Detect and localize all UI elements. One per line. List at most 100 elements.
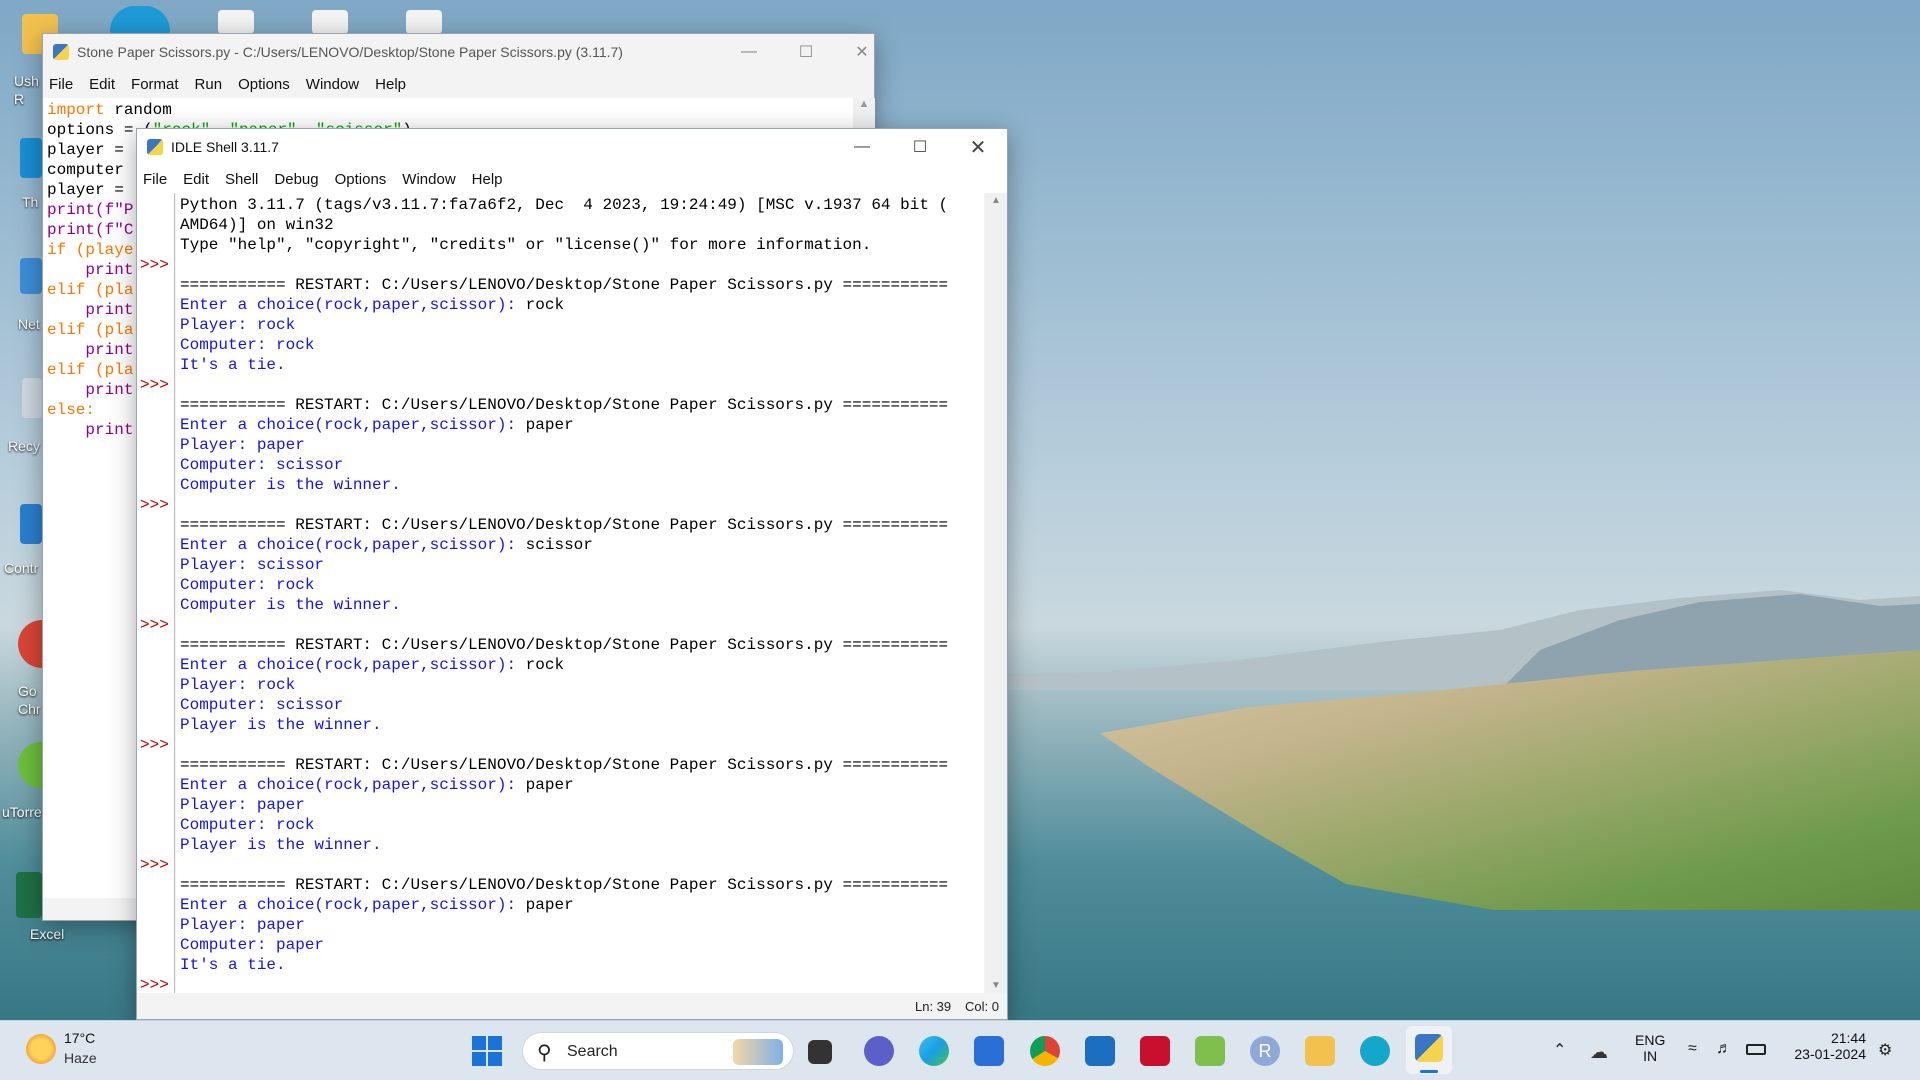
user-input: scissor — [525, 536, 593, 554]
desktop-icon-label[interactable]: Recy — [8, 438, 40, 454]
output-result: Computer is the winner. — [180, 596, 401, 614]
weather-condition: Haze — [64, 1050, 97, 1066]
edge-icon[interactable] — [919, 1036, 949, 1066]
shell-prompt: >>> — [140, 616, 169, 634]
app-icon[interactable] — [20, 138, 42, 178]
mail-icon[interactable] — [1085, 1036, 1115, 1066]
clock[interactable]: 21:44 23-01-2024 — [1786, 1030, 1866, 1062]
scroll-up-arrow[interactable]: ▲ — [985, 195, 1007, 206]
editor-title: Stone Paper Scissors.py - C:/Users/LENOV… — [77, 44, 623, 60]
shell-prompt: >>> — [140, 496, 169, 514]
recycle-bin-icon[interactable] — [22, 378, 42, 418]
banner-line: Python 3.11.7 (tags/v3.11.7:fa7a6f2, Dec… — [180, 196, 949, 214]
weather-sun-icon — [26, 1034, 56, 1064]
menu-help[interactable]: Help — [472, 171, 503, 188]
menu-window[interactable]: Window — [306, 76, 359, 93]
network-icon[interactable] — [20, 258, 42, 294]
user-input: paper — [525, 896, 574, 914]
input-prompt-text: Enter a choice(rock,paper,scissor): — [180, 896, 526, 914]
task-view-icon[interactable] — [808, 1040, 832, 1064]
close-button[interactable]: ✕ — [955, 129, 1001, 165]
editor-menubar: File Edit Format Run Options Window Help — [43, 70, 874, 98]
menu-run[interactable]: Run — [195, 76, 223, 93]
menu-edit[interactable]: Edit — [183, 171, 209, 188]
mcafee-icon[interactable] — [1140, 1036, 1170, 1066]
start-icon[interactable] — [472, 1036, 502, 1066]
desktop-icon-label[interactable]: Ush R — [14, 72, 44, 108]
desktop-icon-label[interactable]: Go Chr — [18, 682, 42, 718]
desktop-icon-label[interactable]: Th — [22, 194, 38, 210]
edge-desktop-icon[interactable] — [110, 6, 170, 34]
onedrive-icon[interactable]: ☁ — [1590, 1042, 1608, 1063]
search-box[interactable]: ⚲ Search — [522, 1032, 794, 1070]
minimize-button[interactable]: — — [726, 34, 772, 70]
minimize-button[interactable]: — — [839, 129, 885, 165]
r-icon[interactable]: R — [1250, 1036, 1280, 1066]
status-bar: Ln: 39 Col: 0 — [137, 993, 1007, 1019]
desktop-icon-label[interactable]: uTorre — [2, 804, 42, 820]
chevron-up-icon[interactable]: ⌃ — [1553, 1040, 1566, 1060]
wifi-icon[interactable]: ≈ — [1688, 1040, 1697, 1058]
store-icon[interactable] — [974, 1036, 1004, 1066]
input-line: Enter a choice(rock,paper,scissor): pape… — [180, 895, 984, 915]
file-explorer-icon[interactable] — [1305, 1036, 1335, 1066]
weather-temp: 17°C — [64, 1030, 96, 1046]
volume-icon[interactable]: ♬ — [1716, 1040, 1732, 1058]
banner-line: Type "help", "copyright", "credits" or "… — [180, 236, 872, 254]
shell-output-area[interactable]: Python 3.11.7 (tags/v3.11.7:fa7a6f2, Dec… — [176, 193, 984, 993]
teams-icon[interactable] — [864, 1036, 894, 1066]
python-idle-icon — [1415, 1034, 1443, 1062]
menu-window[interactable]: Window — [402, 171, 455, 188]
clock-date: 23-01-2024 — [1794, 1046, 1866, 1062]
menu-shell[interactable]: Shell — [225, 171, 258, 188]
battery-icon[interactable] — [1746, 1044, 1766, 1055]
input-line: Enter a choice(rock,paper,scissor): pape… — [180, 775, 984, 795]
document-icon[interactable] — [406, 10, 442, 34]
output-computer: Computer: rock — [180, 576, 315, 594]
menu-options[interactable]: Options — [335, 171, 387, 188]
notepad-icon[interactable] — [1195, 1036, 1225, 1066]
scroll-down-arrow[interactable]: ▼ — [985, 980, 1007, 991]
close-button[interactable]: ✕ — [839, 34, 885, 70]
shell-prompt: >>> — [140, 256, 169, 274]
input-prompt-text: Enter a choice(rock,paper,scissor): — [180, 536, 526, 554]
desktop-icon-label[interactable]: Excel — [30, 926, 64, 942]
input-prompt-text: Enter a choice(rock,paper,scissor): — [180, 416, 526, 434]
restart-line: =========== RESTART: C:/Users/LENOVO/Des… — [180, 876, 949, 894]
restart-line: =========== RESTART: C:/Users/LENOVO/Des… — [180, 516, 949, 534]
menu-help[interactable]: Help — [375, 76, 406, 93]
document-icon[interactable] — [218, 10, 254, 34]
notification-bell-icon[interactable]: ⚙ — [1878, 1040, 1892, 1060]
language-indicator[interactable]: ENG IN — [1635, 1032, 1665, 1064]
menu-file[interactable]: File — [143, 171, 167, 188]
search-highlight-icon — [733, 1039, 783, 1065]
restart-line: =========== RESTART: C:/Users/LENOVO/Des… — [180, 636, 949, 654]
maximize-button[interactable]: ☐ — [783, 34, 829, 70]
menu-options[interactable]: Options — [238, 76, 290, 93]
excel-icon[interactable] — [16, 872, 42, 918]
python-idle-taskbar-button[interactable] — [1406, 1026, 1452, 1074]
menu-edit[interactable]: Edit — [89, 76, 115, 93]
alexa-icon[interactable] — [1360, 1036, 1390, 1066]
menu-debug[interactable]: Debug — [274, 171, 318, 188]
maximize-button[interactable]: ☐ — [897, 129, 943, 165]
control-panel-icon[interactable] — [20, 504, 42, 544]
utorrent-icon[interactable] — [18, 742, 42, 788]
active-indicator — [1420, 1070, 1438, 1073]
shell-window[interactable]: IDLE Shell 3.11.7 — ☐ ✕ File Edit Shell … — [136, 128, 1008, 1020]
output-result: It's a tie. — [180, 356, 286, 374]
menu-file[interactable]: File — [49, 76, 73, 93]
shell-prompt: >>> — [140, 856, 169, 874]
chrome-desktop-icon[interactable] — [18, 620, 42, 668]
menu-format[interactable]: Format — [131, 76, 179, 93]
desktop-icon-label[interactable]: Contr — [4, 560, 38, 576]
document-icon[interactable] — [312, 10, 348, 34]
shell-scrollbar[interactable]: ▲ ▼ — [985, 193, 1007, 993]
chrome-icon[interactable] — [1030, 1036, 1060, 1066]
user-input: rock — [525, 656, 565, 674]
clock-time: 21:44 — [1830, 1030, 1866, 1046]
shell-title: IDLE Shell 3.11.7 — [171, 139, 279, 155]
weather-widget[interactable]: 17°C Haze — [22, 1028, 142, 1072]
desktop-icon-label[interactable]: Net — [18, 316, 40, 332]
